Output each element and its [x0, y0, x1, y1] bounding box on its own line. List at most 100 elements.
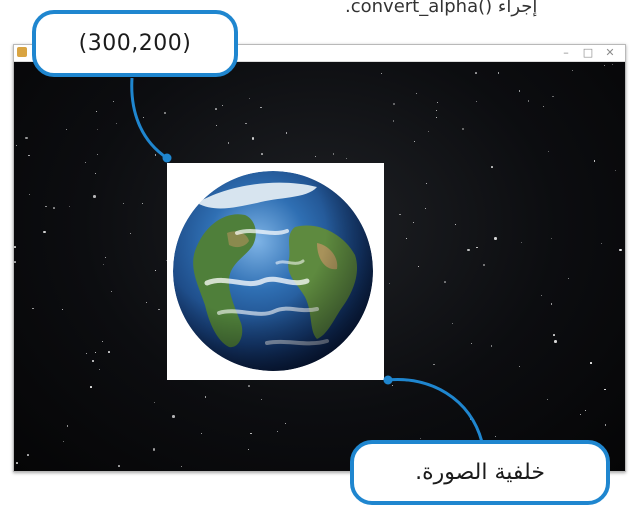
- star: [32, 307, 34, 310]
- star: [427, 130, 430, 133]
- star: [61, 308, 63, 310]
- star: [520, 242, 522, 244]
- star: [91, 359, 95, 363]
- star: [152, 448, 156, 451]
- star: [129, 233, 131, 235]
- star: [600, 242, 603, 245]
- star: [491, 166, 493, 168]
- star: [412, 222, 414, 224]
- star: [158, 308, 160, 311]
- star: [495, 436, 497, 438]
- star: [66, 425, 69, 427]
- star: [14, 261, 16, 263]
- star: [527, 100, 530, 102]
- star: [425, 182, 428, 185]
- star: [101, 340, 103, 342]
- star: [62, 440, 65, 443]
- star: [572, 69, 574, 71]
- star: [90, 386, 92, 388]
- star: [53, 207, 55, 209]
- star: [99, 369, 101, 371]
- star: [285, 422, 287, 424]
- star: [482, 263, 486, 267]
- star: [122, 202, 124, 204]
- star: [548, 150, 549, 152]
- star: [435, 109, 438, 112]
- star: [547, 398, 549, 400]
- star: [392, 120, 394, 122]
- star: [476, 101, 477, 103]
- star: [454, 224, 456, 226]
- top-caption: .convert_alpha() إجراء: [345, 0, 538, 17]
- star: [154, 154, 157, 156]
- star: [580, 413, 582, 415]
- star: [145, 301, 147, 303]
- star: [424, 208, 426, 210]
- star: [436, 116, 438, 118]
- star: [604, 65, 606, 67]
- star: [604, 388, 606, 391]
- star: [590, 362, 592, 364]
- coordinate-label: (300,200): [78, 31, 192, 56]
- star: [65, 128, 67, 130]
- star: [142, 116, 145, 119]
- star: [406, 237, 408, 239]
- star: [215, 108, 217, 110]
- star: [475, 72, 477, 74]
- star: [552, 95, 554, 98]
- star: [285, 132, 288, 134]
- star: [518, 365, 521, 368]
- star: [215, 124, 217, 126]
- star: [68, 206, 70, 208]
- star: [248, 97, 250, 99]
- star: [181, 466, 183, 468]
- star: [172, 415, 175, 418]
- star: [604, 424, 607, 426]
- star: [112, 100, 115, 103]
- star: [154, 401, 156, 403]
- star: [45, 205, 47, 208]
- star: [251, 137, 255, 140]
- star: [332, 153, 335, 155]
- star: [550, 303, 553, 305]
- star: [619, 248, 622, 252]
- earth-image: [173, 171, 373, 371]
- star: [163, 111, 167, 115]
- background-callout: خلفية الصورة.: [350, 440, 610, 505]
- star: [452, 323, 454, 325]
- star: [540, 294, 543, 297]
- star: [118, 465, 120, 467]
- star: [141, 203, 143, 205]
- star: [554, 340, 557, 343]
- star: [221, 104, 224, 107]
- star: [28, 154, 30, 157]
- star: [389, 283, 391, 284]
- earth-sprite: [167, 163, 384, 380]
- star: [110, 291, 112, 293]
- star: [97, 153, 99, 155]
- star: [84, 161, 86, 163]
- star: [102, 264, 104, 266]
- minimize-icon[interactable]: –: [555, 45, 577, 61]
- coordinate-callout: (300,200): [32, 10, 238, 77]
- star: [494, 237, 497, 240]
- app-icon: [17, 47, 27, 57]
- pygame-window: – □ ✕: [13, 44, 626, 472]
- star: [392, 102, 396, 106]
- star: [108, 351, 110, 353]
- maximize-icon[interactable]: □: [577, 45, 599, 61]
- star: [261, 153, 263, 155]
- star: [250, 432, 252, 435]
- star: [399, 213, 401, 216]
- star: [248, 385, 250, 387]
- window-controls: – □ ✕: [555, 45, 621, 61]
- star: [245, 122, 247, 125]
- star: [85, 352, 87, 354]
- star: [104, 256, 107, 259]
- star: [95, 110, 97, 112]
- star: [381, 73, 383, 75]
- star: [16, 462, 18, 464]
- star: [392, 385, 394, 387]
- star: [28, 194, 30, 196]
- close-icon[interactable]: ✕: [599, 45, 621, 61]
